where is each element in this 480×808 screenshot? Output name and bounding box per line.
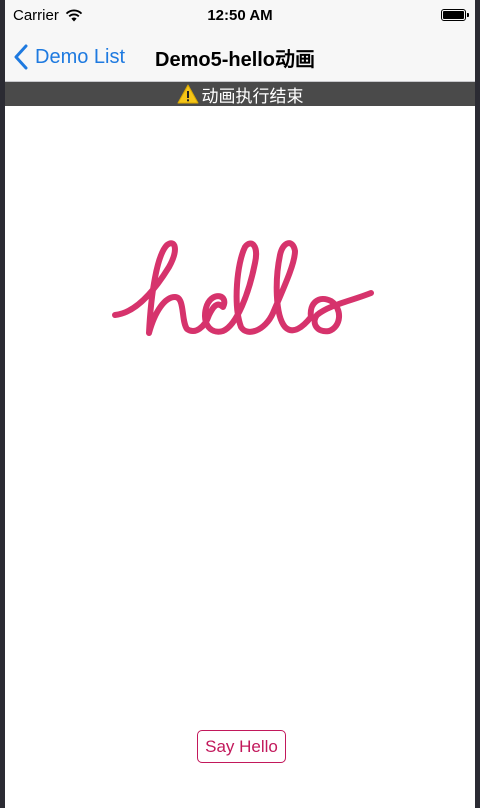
page-title: Demo5-hello动画: [155, 49, 316, 71]
battery-icon: [441, 9, 469, 21]
status-banner: 动画执行结束: [5, 82, 475, 106]
status-time: 12:50 AM: [207, 7, 273, 24]
warning-icon: [177, 84, 198, 104]
banner-text: 动画执行结束: [201, 86, 304, 106]
say-hello-button[interactable]: Say Hello: [197, 730, 286, 763]
back-button-label: Demo List: [35, 45, 126, 68]
back-button[interactable]: Demo List: [13, 42, 125, 72]
chevron-left-icon: [14, 44, 28, 70]
status-bar: Carrier 12:50 AM: [5, 0, 475, 32]
app-screen: Carrier 12:50 AM Demo List Demo5-hello动画…: [5, 0, 475, 808]
navigation-bar: Demo List Demo5-hello动画: [5, 32, 475, 82]
hello-handwriting: [112, 240, 374, 336]
